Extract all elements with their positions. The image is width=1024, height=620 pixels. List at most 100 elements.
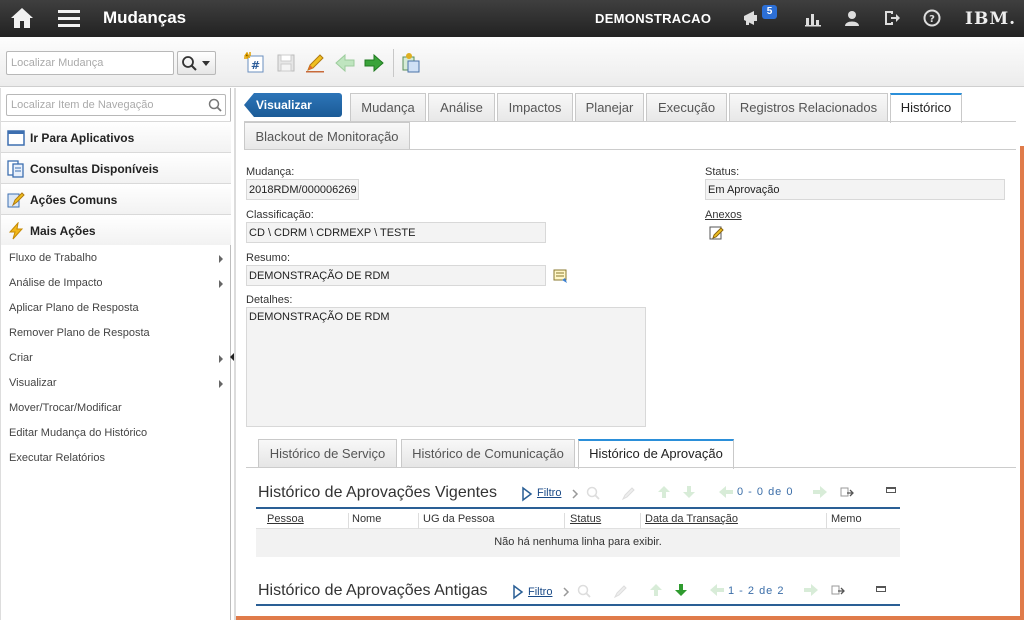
nav-item-impact-analysis[interactable]: Análise de Impacto [9,277,227,289]
classification-field[interactable]: CD \ CDRM \ CDRMEXP \ TESTE [246,222,546,243]
arrow-up-icon[interactable] [656,484,672,500]
arrow-down-icon[interactable] [681,484,697,500]
chevron-right-icon[interactable] [558,584,574,600]
subtab-communication-history[interactable]: Histórico de Comunicação [401,439,575,468]
column-person-group[interactable]: UG da Pessoa [423,513,495,525]
nav-item-apply-response-plan[interactable]: Aplicar Plano de Resposta [9,302,227,314]
collapse-section-icon[interactable] [876,586,886,592]
status-field[interactable]: Em Aprovação [705,179,1005,200]
nav-section-common-actions[interactable]: Ações Comuns [1,183,231,214]
main-content: Visualizar Lista Mudança Análise Impacto… [236,88,1024,620]
column-transaction-date[interactable]: Data da Transação [645,513,738,525]
find-change-input[interactable] [6,51,174,75]
old-filter-link[interactable]: Filtro [528,586,552,598]
home-icon[interactable] [10,7,34,29]
nav-item-create[interactable]: Criar [9,352,227,364]
tab-monitoring-blackout[interactable]: Blackout de Monitoração [244,122,410,150]
search-icon[interactable] [585,485,601,501]
previous-icon[interactable] [334,52,356,74]
next-page-icon[interactable] [812,484,828,500]
arrow-up-icon[interactable] [648,582,664,598]
view-list-button[interactable]: Visualizar Lista [244,93,342,117]
download-icon[interactable] [839,484,855,500]
tab-history[interactable]: Histórico [890,93,962,123]
nav-item-move-swap-modify[interactable]: Mover/Trocar/Modificar [9,402,227,414]
svg-text:#: # [251,59,260,72]
nav-item-edit-history-change[interactable]: Editar Mudança do Histórico [9,427,227,439]
old-pager: 1 - 2 de 2 [728,585,785,597]
tab-impacts[interactable]: Impactos [497,93,573,122]
details-label: Detalhes: [246,294,293,306]
tab-analysis[interactable]: Análise [428,93,495,122]
long-description-icon[interactable] [553,268,569,284]
menu-icon[interactable] [57,8,81,28]
nav-item-view[interactable]: Visualizar [9,377,227,389]
chevron-right-icon [219,255,223,263]
edit-icon[interactable] [304,52,326,74]
summary-label: Resumo: [246,252,291,264]
details-field[interactable]: DEMONSTRAÇÃO DE RDM [246,307,646,427]
tab-divider [244,149,1016,150]
chevron-right-icon[interactable] [567,486,583,502]
nav-item-workflow[interactable]: Fluxo de Trabalho [9,252,227,264]
current-grid-header: Pessoa Nome UG da Pessoa Status Data da … [256,509,900,529]
arrow-down-icon[interactable] [673,582,689,598]
collapse-section-icon[interactable] [886,487,896,493]
nav-section-label: Ações Comuns [30,193,118,207]
lightning-icon [7,222,25,240]
summary-field[interactable]: DEMONSTRAÇÃO DE RDM [246,265,546,286]
clear-filter-icon[interactable] [612,583,628,599]
logout-icon[interactable] [882,8,902,28]
svg-text:?: ? [929,14,935,25]
column-name[interactable]: Nome [352,513,381,525]
help-icon[interactable]: ? [922,8,942,28]
subtab-approval-history[interactable]: Histórico de Aprovação [578,439,734,469]
tab-plan[interactable]: Planejar [575,93,644,122]
download-icon[interactable] [830,582,846,598]
attachments-link[interactable]: Anexos [705,209,742,221]
toolbar-separator [393,49,394,77]
nav-section-available-queries[interactable]: Consultas Disponíveis [1,152,231,183]
tab-change[interactable]: Mudança [350,93,426,122]
nav-section-go-to-applications[interactable]: Ir Para Aplicativos [1,121,231,152]
subtab-service-history[interactable]: Histórico de Serviço [258,439,397,468]
nav-item-remove-response-plan[interactable]: Remover Plano de Resposta [9,327,227,339]
nav-section-more-actions[interactable]: Mais Ações [1,214,231,245]
filter-arrow-icon[interactable] [510,584,526,600]
chevron-right-icon [219,355,223,363]
status-label: Status: [705,166,740,178]
attachments-icon[interactable] [709,225,725,241]
current-filter-link[interactable]: Filtro [537,487,561,499]
previous-page-icon[interactable] [709,582,725,598]
filter-arrow-icon[interactable] [519,486,535,502]
duplicate-icon[interactable] [400,52,422,74]
nav-item-run-reports[interactable]: Executar Relatórios [9,452,227,464]
tab-related-records[interactable]: Registros Relacionados [729,93,888,122]
nav-section-label: Ir Para Aplicativos [30,131,135,145]
announcement-icon[interactable] [742,8,762,28]
organization-name: DEMONSTRACAO [595,11,712,26]
next-page-icon[interactable] [803,582,819,598]
previous-page-icon[interactable] [718,484,734,500]
tab-execution[interactable]: Execução [646,93,727,122]
find-button[interactable] [177,51,216,75]
reports-icon[interactable] [803,8,823,28]
chevron-right-icon [219,380,223,388]
column-status[interactable]: Status [570,513,601,525]
column-person[interactable]: Pessoa [267,513,304,525]
notification-badge[interactable]: 5 [762,5,777,19]
save-icon[interactable] [275,52,297,74]
search-icon[interactable] [576,583,592,599]
profile-icon[interactable] [842,8,862,28]
search-icon[interactable] [207,97,223,113]
change-field[interactable]: 2018RDM/000006269 [246,179,359,200]
column-memo[interactable]: Memo [831,513,862,525]
navigation-search-input[interactable] [6,94,226,116]
new-record-icon[interactable]: # [244,52,266,74]
top-bar: Mudanças DEMONSTRACAO 5 ? IBM. [0,0,1024,37]
next-icon[interactable] [363,52,385,74]
chevron-right-icon [219,280,223,288]
ibm-logo: IBM. [965,9,1017,29]
classification-label: Classificação: [246,209,314,221]
clear-filter-icon[interactable] [620,485,636,501]
